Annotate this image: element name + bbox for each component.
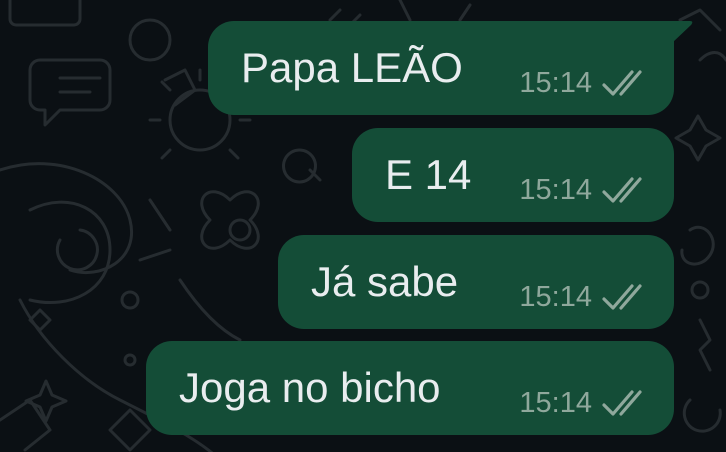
message-meta: 15:14 [519,282,648,312]
double-check-icon [602,284,642,310]
message-time: 15:14 [519,67,592,99]
message-meta: 15:14 [519,68,648,98]
message-time: 15:14 [519,174,592,206]
message-bubble-3[interactable]: Já sabe 15:14 [278,235,674,329]
message-text: Papa LEÃO [241,44,463,91]
bubble-tail [672,21,693,43]
message-text: E 14 [385,151,472,198]
double-check-icon [602,70,642,96]
message-bubble-2[interactable]: E 14 15:14 [352,128,674,222]
message-text: Já sabe [311,258,459,305]
message-meta: 15:14 [519,175,648,205]
message-bubble-4[interactable]: Joga no bicho 15:14 [146,341,674,435]
message-time: 15:14 [519,281,592,313]
message-text: Joga no bicho [179,364,441,411]
double-check-icon [602,177,642,203]
double-check-icon [602,390,642,416]
message-meta: 15:14 [519,388,648,418]
message-time: 15:14 [519,387,592,419]
message-bubble-1[interactable]: Papa LEÃO 15:14 [208,21,693,115]
